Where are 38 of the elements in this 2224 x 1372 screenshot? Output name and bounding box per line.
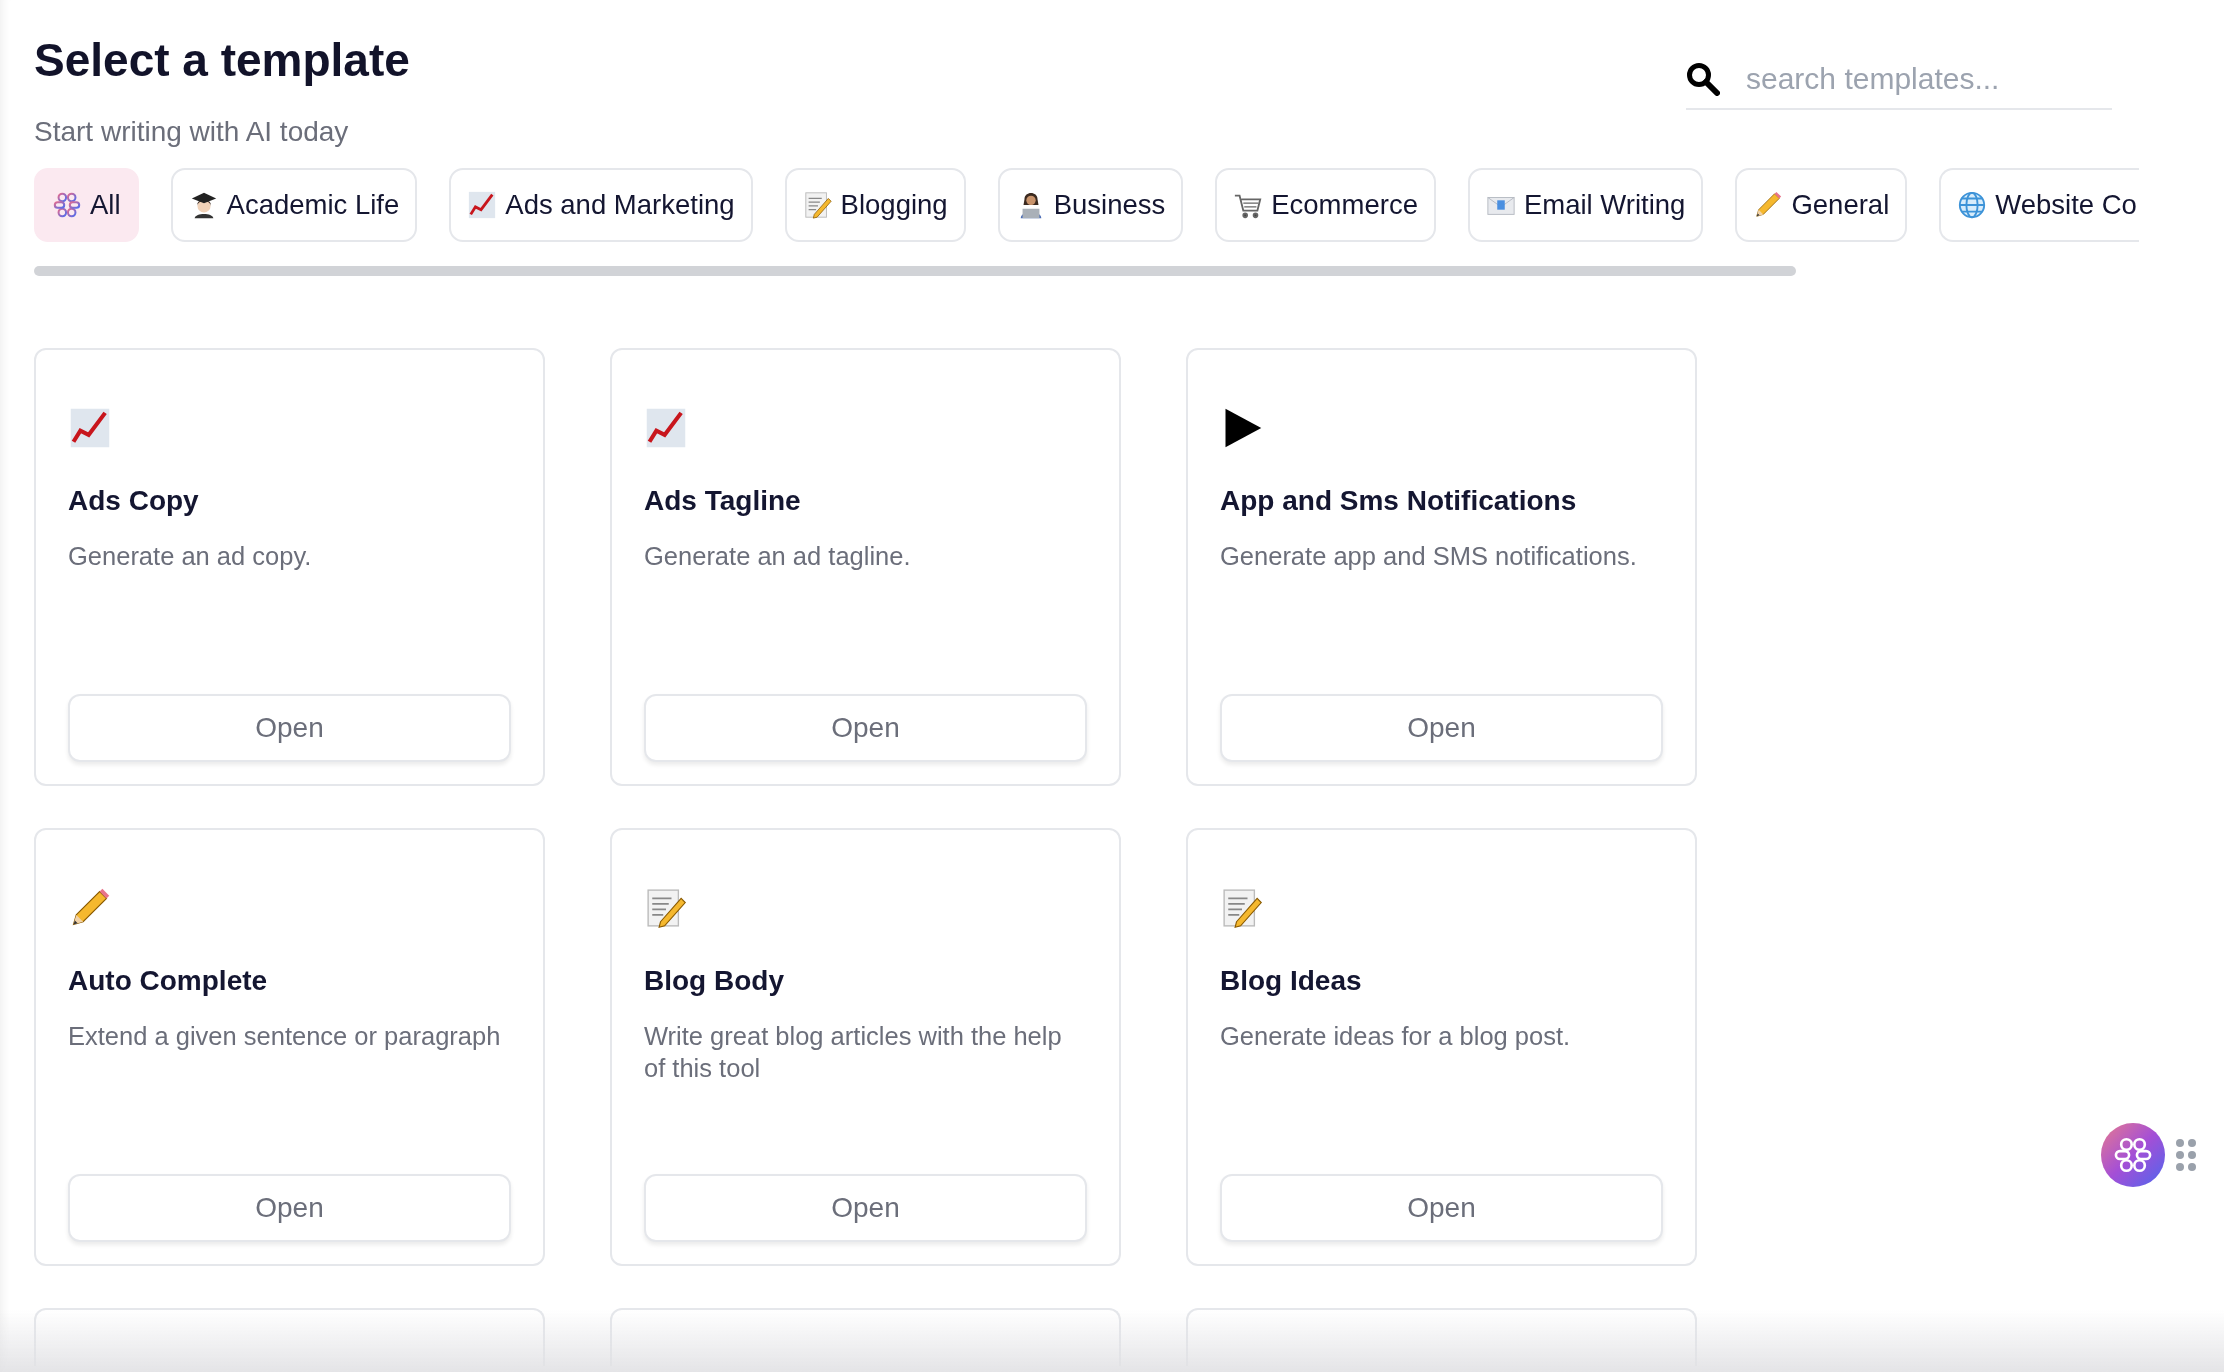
- search-field[interactable]: search templates...: [1746, 62, 2106, 96]
- template-title: Blog Body: [644, 964, 785, 998]
- category-tab[interactable]: Email Writing: [1467, 168, 1704, 242]
- category-tab[interactable]: Ecommerce: [1215, 168, 1436, 242]
- category-tab[interactable]: Academic Life: [170, 168, 418, 242]
- template-description: Generate an ad copy.: [68, 541, 313, 572]
- open-button[interactable]: Open: [644, 694, 1087, 762]
- brain-icon: [52, 190, 82, 220]
- drag-handle-icon[interactable]: [2175, 1138, 2197, 1172]
- template-title: Ads Copy: [68, 484, 200, 518]
- template-description: Extend a given sentence or paragraph: [68, 1021, 502, 1052]
- open-button[interactable]: Open: [644, 1174, 1087, 1242]
- category-tab[interactable]: Website Co: [1939, 168, 2139, 242]
- globe-icon: [1957, 190, 1988, 220]
- category-tab[interactable]: Business: [997, 168, 1184, 242]
- template-description: Write great blog articles with the help of this tool: [644, 1021, 1063, 1084]
- category-tab[interactable]: General: [1735, 168, 1908, 242]
- page-title: Select a template: [34, 33, 410, 88]
- memo-icon: [802, 190, 833, 220]
- template-title: Auto Complete: [68, 964, 269, 998]
- open-button[interactable]: Open: [1220, 1174, 1663, 1242]
- category-tab[interactable]: Ads and Marketing: [449, 168, 753, 242]
- template-description: Generate an ad tagline.: [644, 541, 912, 572]
- category-tab[interactable]: Blogging: [784, 168, 966, 242]
- chart-icon: [467, 190, 498, 220]
- template-description: Generate app and SMS notifications.: [1220, 541, 1638, 572]
- pencil-icon: [1753, 190, 1784, 220]
- template-description: Generate ideas for a blog post.: [1220, 1021, 1572, 1052]
- template-title: Ads Tagline: [644, 484, 802, 518]
- template-title: Blog Ideas: [1220, 964, 1363, 998]
- open-button[interactable]: Open: [68, 1174, 511, 1242]
- search-icon: [1686, 62, 1720, 96]
- scrollbar[interactable]: [34, 266, 1796, 276]
- open-button[interactable]: Open: [1220, 694, 1663, 762]
- page-subtitle: Start writing with AI today: [34, 115, 350, 149]
- template-title: App and Sms Notifications: [1220, 484, 1578, 518]
- open-button[interactable]: Open: [68, 694, 511, 762]
- category-tab[interactable]: All: [34, 168, 139, 242]
